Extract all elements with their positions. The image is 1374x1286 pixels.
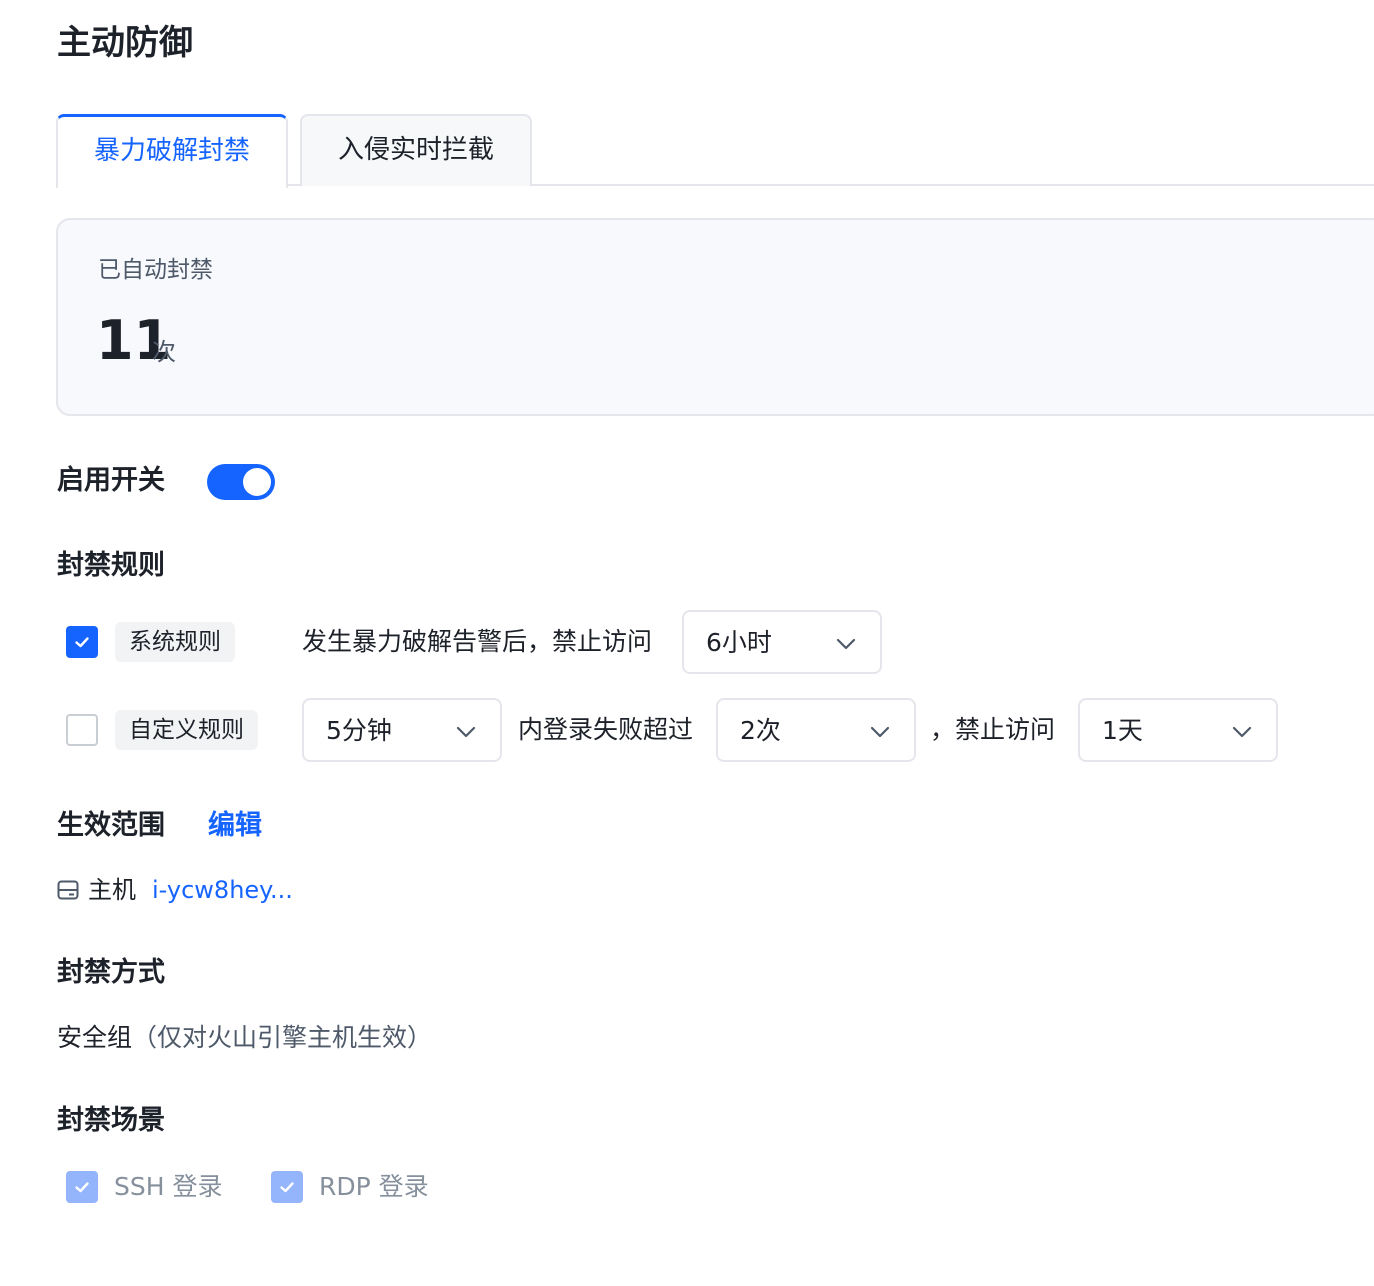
check-icon xyxy=(280,1182,294,1193)
system-duration-select[interactable]: 6小时 xyxy=(682,610,882,674)
check-icon xyxy=(75,1182,89,1193)
custom-count-select[interactable]: 2次 xyxy=(716,698,916,762)
chevron-down-icon xyxy=(836,638,856,650)
custom-rule-mid-text: 内登录失败超过 xyxy=(518,715,694,744)
host-label: 主机 xyxy=(88,876,136,904)
custom-count-value: 2次 xyxy=(740,716,781,745)
custom-duration-value: 1天 xyxy=(1102,716,1143,745)
server-icon xyxy=(57,880,79,900)
method-label: 封禁方式 xyxy=(57,957,165,988)
method-value-text: 安全组 xyxy=(57,1023,133,1052)
custom-rule-after-text: ，禁止访问 xyxy=(930,715,1056,744)
ssh-login-checkbox xyxy=(66,1171,98,1203)
stat-unit: 次 xyxy=(152,338,176,366)
custom-rule-tag: 自定义规则 xyxy=(115,710,258,750)
system-rule-text: 发生暴力破解告警后，禁止访问 xyxy=(302,627,653,656)
chevron-down-icon xyxy=(870,726,890,738)
method-note: （仅对火山引擎主机生效） xyxy=(132,1023,433,1052)
scope-label: 生效范围 xyxy=(57,810,165,841)
rdp-login-checkbox xyxy=(271,1171,303,1203)
system-rule-tag: 系统规则 xyxy=(115,622,235,662)
chevron-down-icon xyxy=(1232,726,1252,738)
custom-duration-select[interactable]: 1天 xyxy=(1078,698,1278,762)
check-icon xyxy=(75,637,89,648)
system-rule-checkbox[interactable] xyxy=(66,626,98,658)
rdp-login-label: RDP 登录 xyxy=(319,1172,429,1201)
scenes-label: 封禁场景 xyxy=(57,1105,165,1136)
stat-card xyxy=(56,218,1374,416)
custom-window-select[interactable]: 5分钟 xyxy=(302,698,502,762)
rules-label: 封禁规则 xyxy=(57,550,165,581)
enable-label: 启用开关 xyxy=(57,465,165,496)
tab-intrusion-block[interactable]: 入侵实时拦截 xyxy=(300,114,532,186)
chevron-down-icon xyxy=(456,726,476,738)
page-title: 主动防御 xyxy=(57,23,193,63)
custom-rule-checkbox[interactable] xyxy=(66,714,98,746)
host-link[interactable]: i-ycw8hey... xyxy=(152,872,293,908)
custom-window-value: 5分钟 xyxy=(326,716,392,745)
scope-edit-link[interactable]: 编辑 xyxy=(208,808,262,844)
switch-knob xyxy=(243,468,271,496)
ssh-login-label: SSH 登录 xyxy=(114,1172,223,1201)
enable-switch[interactable] xyxy=(207,464,275,500)
tab-brute-force-ban[interactable]: 暴力破解封禁 xyxy=(56,114,288,188)
system-duration-value: 6小时 xyxy=(706,628,772,657)
stat-label: 已自动封禁 xyxy=(98,257,213,283)
method-value: 安全组（仅对火山引擎主机生效） xyxy=(57,1020,432,1056)
